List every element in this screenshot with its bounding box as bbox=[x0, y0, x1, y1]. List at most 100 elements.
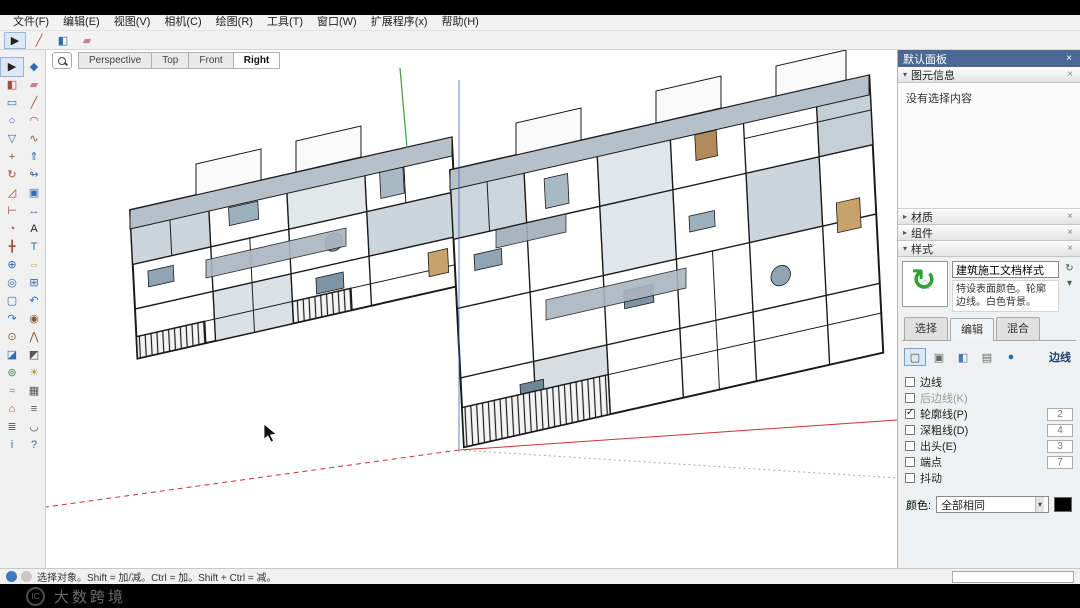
checkbox[interactable] bbox=[905, 473, 915, 483]
tool-shadows[interactable]: ☀ bbox=[23, 364, 45, 382]
menu-help[interactable]: 帮助(H) bbox=[435, 15, 486, 30]
style-menu-icon[interactable]: ▾ bbox=[1067, 278, 1072, 289]
menu-draw[interactable]: 绘图(R) bbox=[209, 15, 260, 30]
value-field[interactable]: 2 bbox=[1047, 407, 1073, 421]
checkbox[interactable] bbox=[905, 457, 915, 467]
tool-layers[interactable]: ≡ bbox=[23, 400, 45, 418]
tool-freehand[interactable]: ∿ bbox=[23, 130, 45, 148]
tool-section-fill[interactable]: ◩ bbox=[23, 346, 45, 364]
styles-tab-mix[interactable]: 混合 bbox=[996, 317, 1040, 340]
tool-zoom-extents[interactable]: ▢ bbox=[1, 292, 23, 310]
menu-tools[interactable]: 工具(T) bbox=[260, 15, 310, 30]
menu-view[interactable]: 视图(V) bbox=[107, 15, 158, 30]
toolbar-line-icon[interactable]: ╱ bbox=[28, 32, 50, 49]
tool-paint-bucket[interactable]: ◧ bbox=[1, 76, 23, 94]
scene-tab-perspective[interactable]: Perspective bbox=[78, 52, 153, 69]
checkbox[interactable] bbox=[905, 425, 915, 435]
tool-push-pull[interactable]: ⇑ bbox=[23, 148, 45, 166]
tool-help[interactable]: ? bbox=[23, 436, 45, 454]
tray-title-bar[interactable]: 默认面板 × bbox=[898, 50, 1080, 67]
search-icon[interactable] bbox=[52, 52, 72, 69]
menu-file[interactable]: 文件(F) bbox=[6, 15, 56, 30]
scene-tab-right[interactable]: Right bbox=[233, 52, 281, 69]
tool-3d-text[interactable]: T bbox=[23, 238, 45, 256]
model-viewport[interactable]: Perspective Top Front Right bbox=[46, 50, 897, 568]
tool-arc[interactable]: ◠ bbox=[23, 112, 45, 130]
tool-add-location[interactable]: ⊚ bbox=[1, 364, 23, 382]
section-components[interactable]: ▸ 组件 × bbox=[898, 225, 1080, 241]
toolbar-paint-bucket-icon[interactable]: ◧ bbox=[52, 32, 74, 49]
close-icon[interactable]: × bbox=[1065, 69, 1075, 80]
close-icon[interactable]: × bbox=[1065, 211, 1075, 222]
tool-protractor[interactable]: ◔ bbox=[1, 220, 23, 238]
tool-position-camera[interactable]: ◉ bbox=[23, 310, 45, 328]
tool-eraser[interactable]: ▰ bbox=[23, 76, 45, 94]
style-name-input[interactable] bbox=[952, 261, 1059, 278]
value-field[interactable]: 4 bbox=[1047, 423, 1073, 437]
value-field[interactable]: 3 bbox=[1047, 439, 1073, 453]
tool-zoom-window[interactable]: ⊞ bbox=[23, 274, 45, 292]
checkbox[interactable] bbox=[905, 393, 915, 403]
tool-circle[interactable]: ○ bbox=[1, 112, 23, 130]
style-thumbnail[interactable]: ⌂ ↻ bbox=[902, 261, 948, 307]
tool-rotate[interactable]: ↻ bbox=[1, 166, 23, 184]
watermark-settings-icon[interactable]: ▤ bbox=[976, 348, 998, 366]
tool-zoom[interactable]: ◎ bbox=[1, 274, 23, 292]
checkbox[interactable] bbox=[905, 441, 915, 451]
close-icon[interactable]: × bbox=[1065, 227, 1075, 238]
tool-model-info[interactable]: i bbox=[1, 436, 23, 454]
tool-follow-me[interactable]: ↬ bbox=[23, 166, 45, 184]
tool-walk[interactable]: ⋀ bbox=[23, 328, 45, 346]
tool-3d-warehouse[interactable]: ⌂ bbox=[1, 400, 23, 418]
edge-color-swatch[interactable] bbox=[1054, 497, 1072, 512]
tool-match-photo[interactable]: ▦ bbox=[23, 382, 45, 400]
styles-tab-edit[interactable]: 编辑 bbox=[950, 318, 994, 341]
tool-section-plane[interactable]: ◪ bbox=[1, 346, 23, 364]
scene-tab-top[interactable]: Top bbox=[152, 52, 190, 69]
value-field[interactable]: 7 bbox=[1047, 455, 1073, 469]
tool-tape-measure[interactable]: ⊢ bbox=[1, 202, 23, 220]
section-styles[interactable]: ▾ 样式 × bbox=[898, 241, 1080, 257]
face-settings-icon[interactable]: ▣ bbox=[928, 348, 950, 366]
update-style-icon[interactable]: ↻ bbox=[1065, 263, 1073, 274]
tool-axes[interactable]: ╋ bbox=[1, 238, 23, 256]
styles-tab-select[interactable]: 选择 bbox=[904, 317, 948, 340]
tool-move[interactable]: + bbox=[1, 148, 23, 166]
section-materials[interactable]: ▸ 材质 × bbox=[898, 209, 1080, 225]
tool-make-component[interactable]: ◆ bbox=[23, 58, 45, 76]
edge-color-dropdown[interactable]: 全部相同 ▾ bbox=[936, 496, 1049, 513]
tool-rectangle[interactable]: ▭ bbox=[1, 94, 23, 112]
menu-camera[interactable]: 相机(C) bbox=[157, 15, 208, 30]
tool-select[interactable]: ▶ bbox=[0, 57, 24, 77]
menu-edit[interactable]: 编辑(E) bbox=[56, 15, 107, 30]
geolocation-icon[interactable] bbox=[6, 571, 17, 582]
checkbox[interactable] bbox=[905, 377, 915, 387]
tool-pan[interactable]: ⇔ bbox=[23, 256, 45, 274]
tool-offset[interactable]: ▣ bbox=[23, 184, 45, 202]
menu-extensions[interactable]: 扩展程序(x) bbox=[364, 15, 435, 30]
tool-fog[interactable]: ≈ bbox=[1, 382, 23, 400]
tool-polygon[interactable]: ▽ bbox=[1, 130, 23, 148]
edge-settings-icon[interactable]: ▢ bbox=[904, 348, 926, 366]
close-icon[interactable]: × bbox=[1065, 243, 1075, 254]
tool-previous[interactable]: ↶ bbox=[23, 292, 45, 310]
tool-scale[interactable]: ◿ bbox=[1, 184, 23, 202]
tool-next[interactable]: ↷ bbox=[1, 310, 23, 328]
measurement-input[interactable] bbox=[952, 570, 1074, 583]
toolbar-select-icon[interactable]: ▶ bbox=[4, 31, 26, 49]
menu-window[interactable]: 窗口(W) bbox=[310, 15, 364, 30]
tool-outliner[interactable]: ≣ bbox=[1, 418, 23, 436]
tool-line[interactable]: ╱ bbox=[23, 94, 45, 112]
tool-soften-edges[interactable]: ◡ bbox=[23, 418, 45, 436]
background-settings-icon[interactable]: ◧ bbox=[952, 348, 974, 366]
tool-text[interactable]: A bbox=[23, 220, 45, 238]
credits-icon[interactable] bbox=[21, 571, 32, 582]
section-entity-info[interactable]: ▾ 图元信息 × bbox=[898, 67, 1080, 83]
checkbox[interactable] bbox=[905, 407, 915, 419]
toolbar-eraser-icon[interactable]: ▰ bbox=[76, 32, 98, 49]
tool-orbit[interactable]: ⊕ bbox=[1, 256, 23, 274]
tool-look-around[interactable]: ⊙ bbox=[1, 328, 23, 346]
close-icon[interactable]: × bbox=[1063, 53, 1075, 64]
modeling-settings-icon[interactable]: ● bbox=[1000, 348, 1022, 366]
scene-tab-front[interactable]: Front bbox=[189, 52, 234, 69]
